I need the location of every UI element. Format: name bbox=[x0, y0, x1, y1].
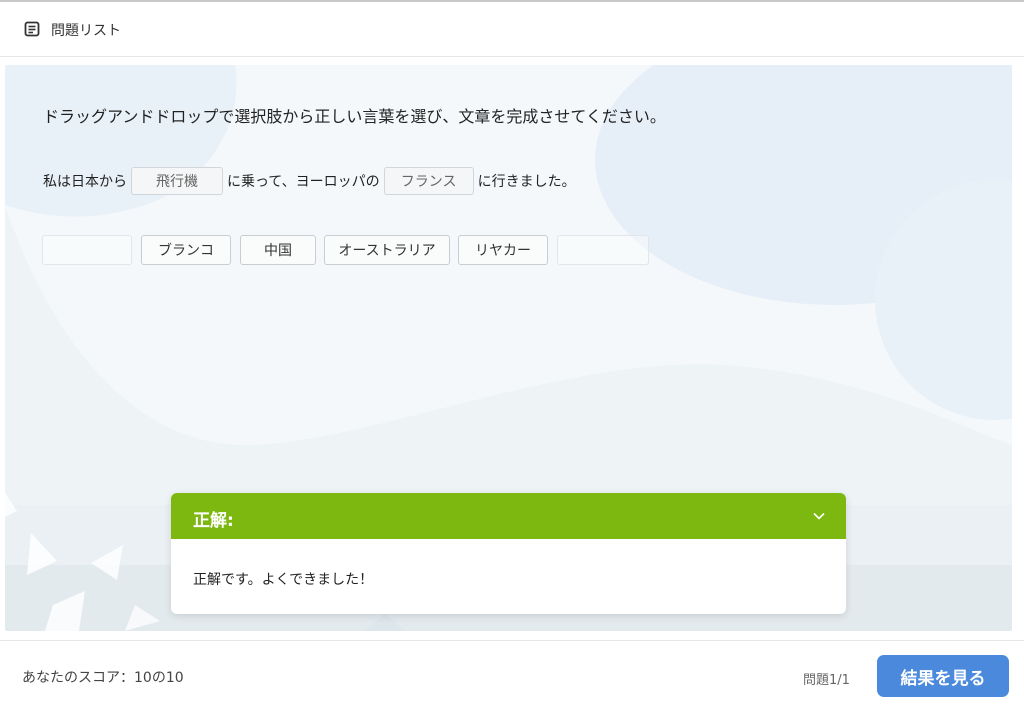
feedback-panel: 正解: 正解です。よくできました！ bbox=[171, 493, 846, 614]
sentence-part-3: に行きました。 bbox=[477, 174, 576, 190]
feedback-title: 正解: bbox=[193, 511, 234, 531]
choice-chip[interactable]: リヤカー bbox=[458, 235, 548, 265]
choice-chip[interactable]: 中国 bbox=[240, 235, 316, 265]
list-icon[interactable] bbox=[24, 21, 40, 37]
choice-chip[interactable]: ブランコ bbox=[141, 235, 231, 265]
answer-slot-1[interactable]: 飛行機 bbox=[131, 167, 223, 195]
question-counter: 問題1/1 bbox=[803, 673, 850, 688]
header-bar: 問題リスト bbox=[0, 2, 1024, 57]
footer-bar: あなたのスコア：10の10 問題1/1 結果を見る bbox=[0, 640, 1024, 708]
score-text: あなたのスコア：10の10 bbox=[22, 670, 184, 686]
choice-chip-empty[interactable] bbox=[42, 235, 132, 265]
feedback-header[interactable]: 正解: bbox=[171, 493, 846, 539]
view-results-button[interactable]: 結果を見る bbox=[877, 655, 1009, 697]
question-instruction: ドラッグアンドドロップで選択肢から正しい言葉を選び、文章を完成させてください。 bbox=[43, 107, 666, 126]
choice-chip[interactable]: オーストラリア bbox=[324, 235, 450, 265]
sentence-part-1: 私は日本から bbox=[43, 174, 127, 190]
choice-chip-empty[interactable] bbox=[557, 235, 649, 265]
sentence-part-2: に乗って、ヨーロッパの bbox=[227, 174, 380, 190]
sentence-line: 私は日本から 飛行機 に乗って、ヨーロッパの フランス に行きました。 bbox=[43, 166, 576, 196]
answer-slot-2[interactable]: フランス bbox=[383, 167, 474, 195]
feedback-message: 正解です。よくできました！ bbox=[193, 572, 374, 588]
chevron-down-icon[interactable] bbox=[812, 509, 826, 523]
question-list-link[interactable]: 問題リスト bbox=[51, 20, 121, 40]
